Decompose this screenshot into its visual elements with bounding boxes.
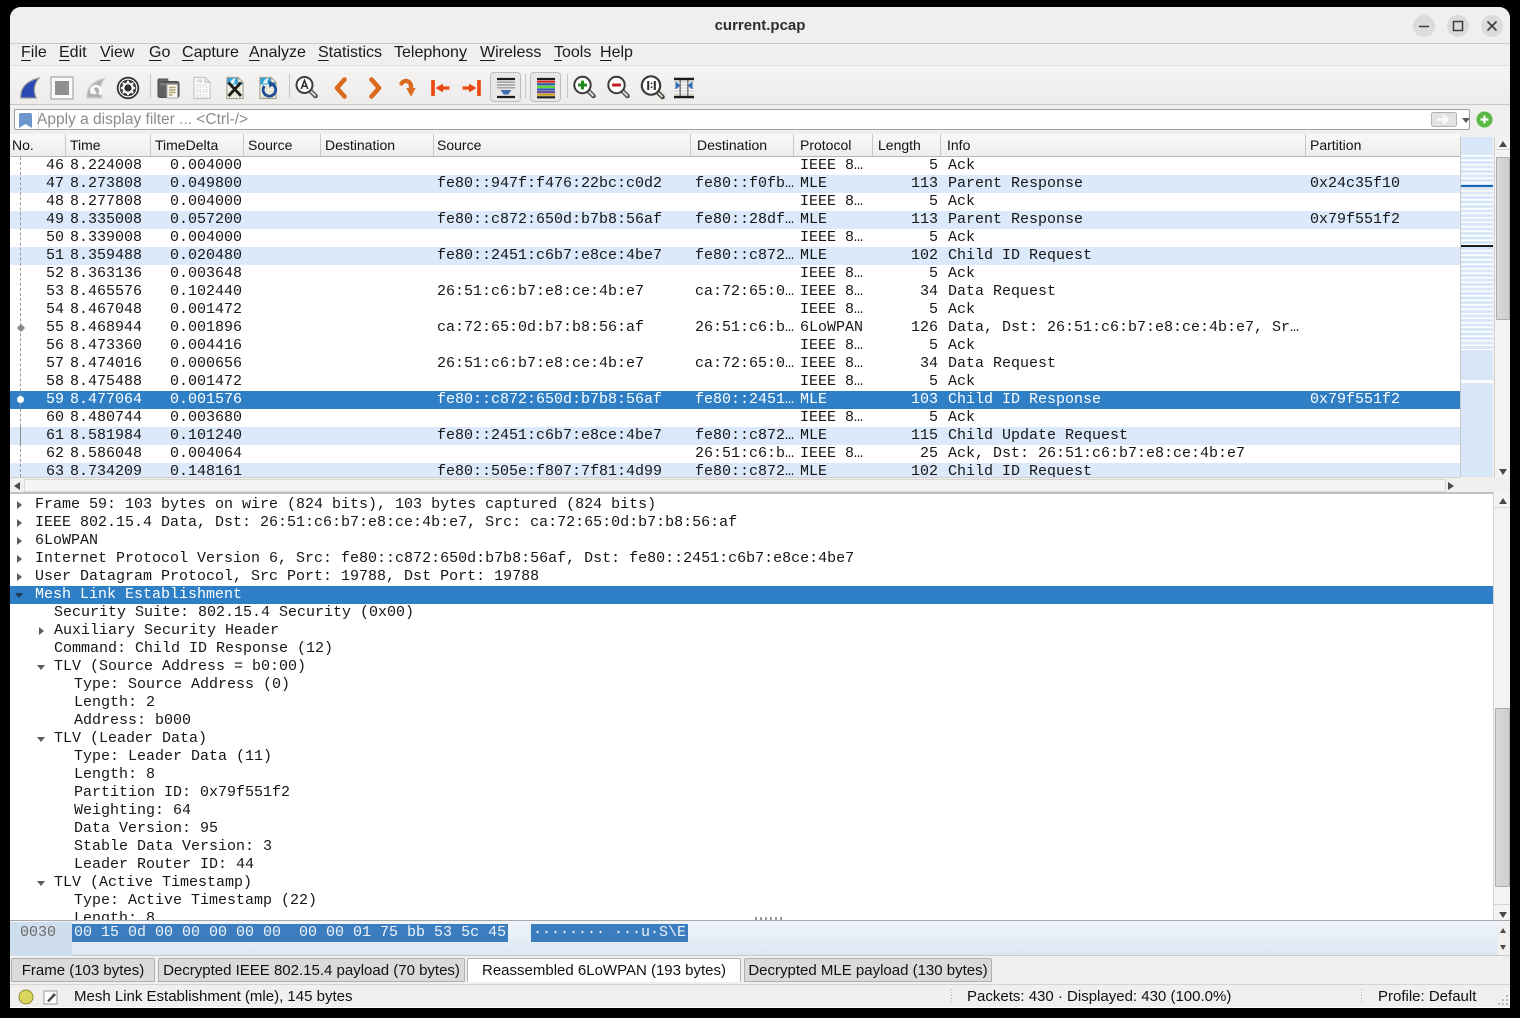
svg-text:0111: 0111 <box>196 94 208 100</box>
